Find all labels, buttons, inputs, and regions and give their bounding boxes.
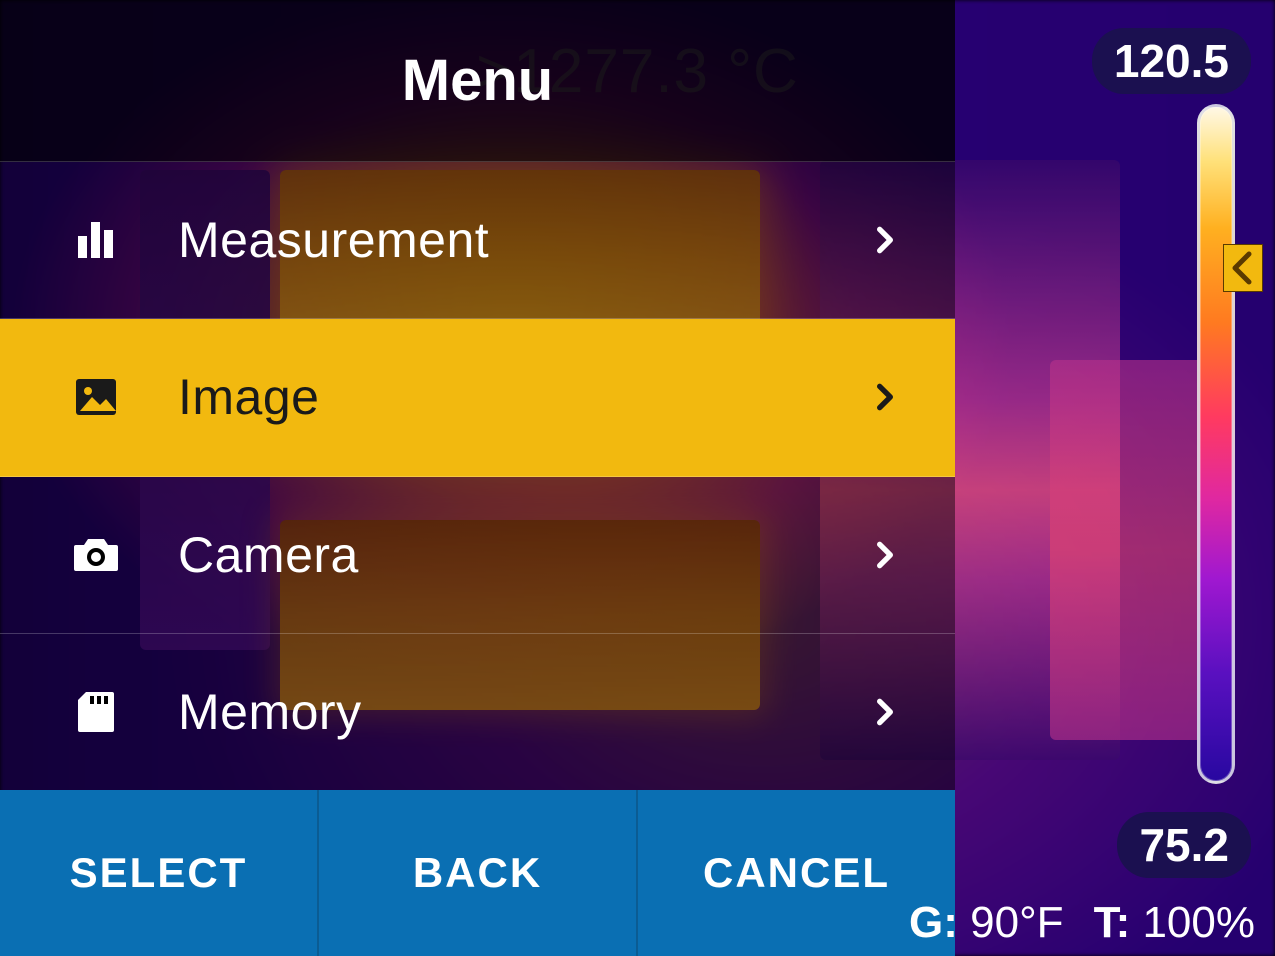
image-icon — [64, 365, 128, 429]
camera-icon — [64, 523, 128, 587]
menu-item-label: Measurement — [178, 211, 865, 269]
chevron-right-icon — [865, 224, 905, 256]
scale-max-value: 120.5 — [1092, 28, 1251, 94]
status-bg: G: 90°F — [909, 898, 1064, 948]
cancel-button[interactable]: CANCEL — [638, 790, 955, 956]
menu-title: Menu — [402, 47, 553, 114]
menu-item-label: Camera — [178, 526, 865, 584]
sd-card-icon — [64, 680, 128, 744]
chevron-right-icon — [865, 381, 905, 413]
status-bg-label: G: — [909, 898, 958, 947]
scale-gradient-bar[interactable] — [1197, 104, 1235, 784]
menu-item-memory[interactable]: Memory — [0, 634, 955, 790]
scale-indicator-icon[interactable] — [1223, 244, 1263, 292]
bar-chart-icon — [64, 208, 128, 272]
status-t-label: T: — [1094, 898, 1131, 947]
menu-item-image[interactable]: Image — [0, 319, 955, 476]
settings-menu-panel: Menu Measurement — [0, 0, 955, 790]
status-footer: G: 90°F T: 100% — [909, 898, 1255, 948]
menu-header: Menu — [0, 0, 955, 162]
status-t-value: 100% — [1142, 898, 1255, 947]
chevron-right-icon — [865, 539, 905, 571]
menu-item-label: Image — [178, 368, 865, 426]
status-t: T: 100% — [1094, 898, 1255, 948]
menu-list: Measurement Image — [0, 162, 955, 790]
menu-item-measurement[interactable]: Measurement — [0, 162, 955, 319]
status-bg-value: 90°F — [970, 898, 1063, 947]
softkey-bar: SELECT BACK CANCEL — [0, 790, 955, 956]
menu-item-label: Memory — [178, 683, 865, 741]
menu-item-camera[interactable]: Camera — [0, 477, 955, 634]
select-button[interactable]: SELECT — [0, 790, 319, 956]
back-button[interactable]: BACK — [319, 790, 638, 956]
scale-min-value: 75.2 — [1117, 812, 1251, 878]
chevron-right-icon — [865, 696, 905, 728]
